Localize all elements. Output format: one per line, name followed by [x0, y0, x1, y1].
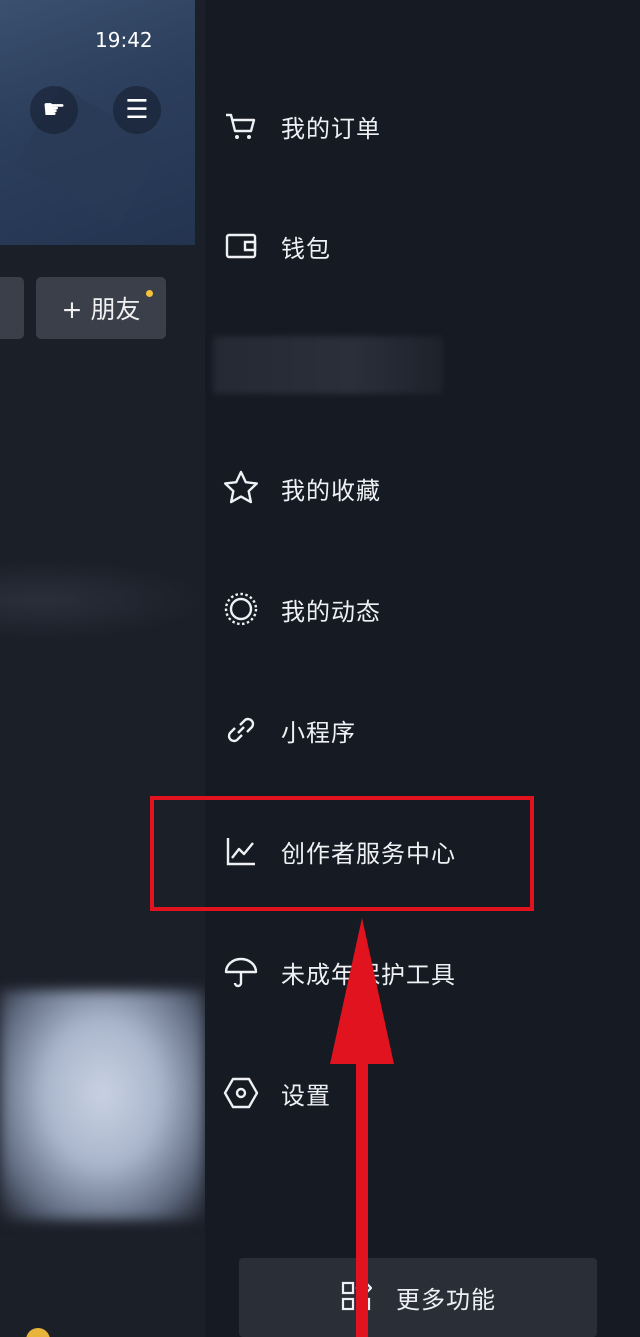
blurred-menu-item [213, 336, 443, 394]
add-friend-button[interactable]: + 朋友 [36, 277, 166, 339]
hexagon-settings-icon [221, 1073, 261, 1113]
menu-item-dynamics[interactable]: 我的动态 [221, 579, 601, 639]
hamburger-icon: ☰ [125, 95, 149, 125]
menu-item-wallet[interactable]: 钱包 [221, 216, 601, 276]
star-icon [221, 468, 261, 508]
annotation-highlight-box [150, 796, 534, 911]
notification-dot [146, 290, 153, 297]
menu-item-label: 设置 [281, 1081, 331, 1110]
blurred-avatar [26, 1328, 50, 1337]
blurred-image [0, 990, 205, 1220]
menu-item-minor-protection[interactable]: 未成年保护工具 [221, 942, 601, 1002]
link-icon [221, 710, 261, 750]
menu-item-label: 钱包 [281, 234, 331, 263]
menu-item-label: 小程序 [281, 718, 356, 747]
add-friend-label: + 朋友 [61, 295, 141, 324]
wallet-icon [221, 226, 261, 266]
more-features-button[interactable]: 更多功能 [239, 1258, 597, 1337]
menu-item-label: 我的订单 [281, 114, 381, 143]
annotation-arrow [356, 1010, 368, 1337]
menu-item-orders[interactable]: 我的订单 [221, 96, 601, 156]
menu-item-label: 我的收藏 [281, 476, 381, 505]
dynamic-circle-icon [221, 589, 261, 629]
menu-button[interactable]: ☰ [113, 86, 161, 134]
menu-item-label: 我的动态 [281, 597, 381, 626]
umbrella-icon [221, 952, 261, 992]
menu-item-settings[interactable]: 设置 [221, 1063, 601, 1123]
hand-pointer-button[interactable]: ☛ [30, 86, 78, 134]
edit-profile-button[interactable] [0, 277, 24, 339]
profile-background: ☛ ☰ + 朋友 [0, 0, 205, 1337]
blurred-content [0, 560, 205, 640]
side-drawer: 我的订单 钱包 我的收藏 我的动态 小程序 创作者服务中心 未成年保护工具 设置… [205, 0, 640, 1337]
menu-item-favorites[interactable]: 我的收藏 [221, 458, 601, 518]
hand-pointer-icon: ☛ [42, 95, 66, 125]
more-features-label: 更多功能 [396, 1286, 496, 1314]
cart-icon [221, 106, 261, 146]
menu-item-mini-programs[interactable]: 小程序 [221, 700, 601, 760]
status-time: 19:42 [95, 28, 153, 52]
